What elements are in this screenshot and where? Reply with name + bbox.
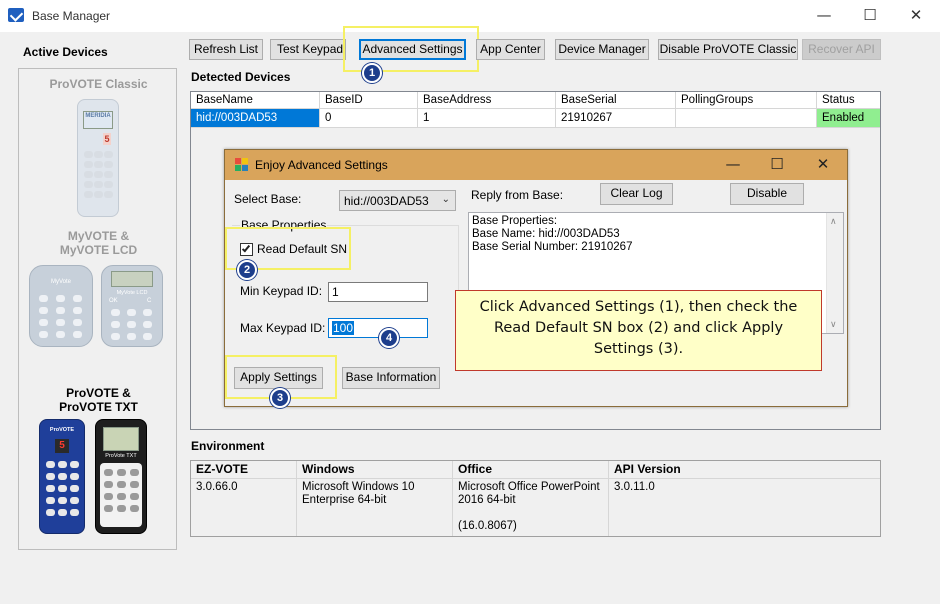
maximize-button[interactable]: ☐	[848, 4, 892, 28]
disable-button[interactable]: Disable	[730, 183, 804, 205]
base-information-button[interactable]: Base Information	[342, 367, 440, 389]
app-icon	[8, 8, 24, 22]
row0-basename[interactable]: hid://003DAD53	[191, 109, 320, 128]
device-provote-label[interactable]: ProVOTE & ProVOTE TXT	[19, 386, 178, 414]
instruction-callout: Click Advanced Settings (1), then check …	[455, 290, 822, 371]
window-title: Base Manager	[32, 9, 111, 23]
myvote-brand-text: MyVote	[50, 279, 71, 285]
env-col-ezvote: EZ-VOTE	[191, 461, 297, 479]
recover-api-button: Recover API	[802, 39, 881, 60]
provote-txt-brand-text: ProVote TXT	[105, 453, 137, 459]
minimize-button[interactable]: —	[802, 4, 846, 28]
row0-baseid[interactable]: 0	[320, 109, 418, 128]
chevron-down-icon: ⌄	[441, 194, 450, 205]
classic-digit-display: 5	[103, 133, 111, 145]
myvote-label-line1: MyVOTE &	[67, 229, 130, 243]
classic-brand-text: MERIDIA	[85, 113, 111, 119]
col-baseserial[interactable]: BaseSerial	[556, 92, 676, 109]
device-list: ProVOTE Classic MERIDIA 5 MyVOTE & MyVOT…	[18, 68, 177, 550]
min-keypad-label: Min Keypad ID:	[240, 284, 323, 298]
read-default-sn-checkbox[interactable]	[240, 243, 253, 256]
reply-line-1: Base Properties:	[472, 215, 558, 227]
reply-log-scrollbar[interactable]: ∧ ∨	[826, 213, 843, 333]
dialog-close-button[interactable]: ✕	[801, 153, 845, 177]
myvote-lcd-keypad-image[interactable]: MyVote LCD OK C	[101, 265, 163, 347]
test-keypads-button[interactable]: Test Keypads	[270, 39, 346, 60]
provote-label-line1: ProVOTE &	[66, 386, 131, 400]
col-pollinggroups[interactable]: PollingGroups	[676, 92, 817, 109]
detected-devices-heading: Detected Devices	[191, 70, 291, 84]
provote-digit-display: 5	[55, 439, 69, 453]
select-base-dropdown[interactable]: hid://003DAD53 ⌄	[339, 190, 456, 211]
advanced-settings-button[interactable]: Advanced Settings	[359, 39, 466, 60]
dialog-app-icon	[235, 158, 248, 171]
checkmark-icon	[241, 243, 251, 253]
dialog-maximize-button[interactable]: ☐	[755, 153, 799, 177]
env-office-value: Microsoft Office PowerPoint 2016 64-bit …	[453, 479, 609, 536]
row0-status[interactable]: Enabled	[817, 109, 880, 128]
provote-keypad-image[interactable]: ProVOTE 5	[39, 419, 85, 534]
max-keypad-input[interactable]: 100	[328, 318, 428, 338]
refresh-list-button[interactable]: Refresh List	[189, 39, 263, 60]
env-api-value: 3.0.11.0	[609, 479, 880, 536]
apply-settings-button[interactable]: Apply Settings	[234, 367, 323, 389]
env-ezvote-value: 3.0.66.0	[191, 479, 297, 536]
myvote-lcd-brand-text: MyVote LCD	[116, 290, 148, 296]
step-badge-3: 3	[270, 388, 290, 408]
environment-heading: Environment	[191, 439, 265, 453]
env-col-windows: Windows	[297, 461, 453, 479]
app-center-button[interactable]: App Center	[476, 39, 545, 60]
col-baseid[interactable]: BaseID	[320, 92, 418, 109]
max-keypad-value: 100	[332, 321, 355, 335]
disable-provote-classic-button[interactable]: Disable ProVOTE Classic	[658, 39, 798, 60]
clear-log-button[interactable]: Clear Log	[600, 183, 673, 205]
provote-classic-keypad-image[interactable]: MERIDIA 5	[77, 99, 119, 217]
dialog-minimize-button[interactable]: —	[711, 153, 755, 177]
device-manager-button[interactable]: Device Manager	[555, 39, 649, 60]
row0-baseserial[interactable]: 21910267	[556, 109, 676, 128]
step-badge-4: 4	[379, 328, 399, 348]
scroll-down-icon[interactable]: ∨	[830, 318, 837, 331]
step-badge-2: 2	[237, 260, 257, 280]
col-basename[interactable]: BaseName	[191, 92, 320, 109]
select-base-value: hid://003DAD53	[344, 194, 429, 208]
myvote-lcd-c-text: C	[147, 298, 152, 304]
close-button[interactable]: ✕	[894, 4, 938, 28]
row0-baseaddress[interactable]: 1	[418, 109, 556, 128]
col-baseaddress[interactable]: BaseAddress	[418, 92, 556, 109]
scroll-up-icon[interactable]: ∧	[830, 215, 837, 228]
provote-brand-text: ProVOTE	[49, 427, 75, 433]
col-status[interactable]: Status	[817, 92, 880, 109]
env-col-office: Office	[453, 461, 609, 479]
device-provote-classic-label[interactable]: ProVOTE Classic	[19, 77, 178, 91]
select-base-label: Select Base:	[234, 192, 302, 206]
row0-pollinggroups[interactable]	[676, 109, 817, 128]
myvote-lcd-ok-text: OK	[109, 298, 118, 304]
myvote-label-line2: MyVOTE LCD	[59, 243, 138, 257]
env-col-api: API Version	[609, 461, 880, 479]
environment-table: EZ-VOTE Windows Office API Version 3.0.6…	[190, 460, 881, 537]
reply-from-base-label: Reply from Base:	[471, 188, 564, 202]
max-keypad-label: Max Keypad ID:	[240, 321, 326, 335]
step-badge-1: 1	[362, 63, 382, 83]
reply-line-3: Base Serial Number: 21910267	[472, 241, 633, 253]
device-myvote-label[interactable]: MyVOTE & MyVOTE LCD	[19, 229, 178, 257]
dialog-title: Enjoy Advanced Settings	[255, 158, 388, 172]
env-windows-value: Microsoft Windows 10 Enterprise 64-bit	[297, 479, 453, 536]
reply-line-2: Base Name: hid://003DAD53	[472, 228, 620, 240]
read-default-sn-label[interactable]: Read Default SN	[257, 242, 347, 256]
myvote-keypad-image[interactable]: MyVote	[29, 265, 93, 347]
provote-label-line2: ProVOTE TXT	[59, 400, 138, 414]
active-devices-heading: Active Devices	[23, 45, 108, 59]
min-keypad-input[interactable]: 1	[328, 282, 428, 302]
provote-txt-keypad-image[interactable]: ProVote TXT	[95, 419, 147, 534]
